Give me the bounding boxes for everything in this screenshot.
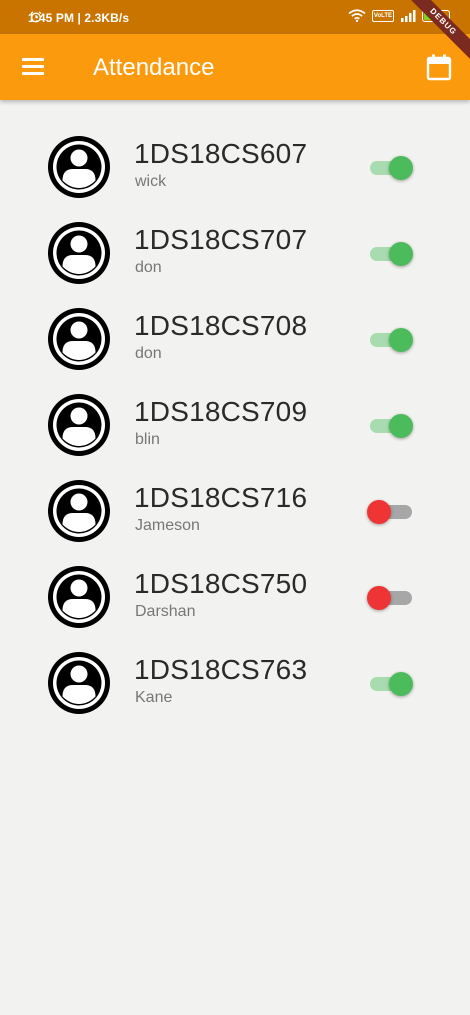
student-usn: 1DS18CS763 xyxy=(134,654,308,685)
battery-icon: 67 xyxy=(422,9,450,22)
status-icons: VoLTE 67 xyxy=(30,9,450,23)
list-item: 1DS18CS707 don xyxy=(0,210,470,296)
student-name: Jameson xyxy=(135,517,200,534)
avatar-person-icon xyxy=(48,566,110,628)
list-item: 1DS18CS709 blin xyxy=(0,382,470,468)
toggle-thumb xyxy=(389,328,413,352)
avatar-person-icon xyxy=(48,394,110,456)
attendance-toggle-1ds18cs716[interactable] xyxy=(367,500,415,524)
avatar-person-icon xyxy=(48,222,110,284)
student-name: wick xyxy=(135,173,167,190)
toggle-thumb xyxy=(389,156,413,180)
avatar-person-icon xyxy=(48,652,110,714)
attendance-toggle-1ds18cs707[interactable] xyxy=(367,242,415,266)
attendance-toggle-1ds18cs708[interactable] xyxy=(367,328,415,352)
toggle-thumb xyxy=(389,672,413,696)
alarm-icon xyxy=(30,11,42,23)
student-name: Kane xyxy=(135,689,173,706)
student-usn: 1DS18CS708 xyxy=(134,310,308,341)
list-item: 1DS18CS708 don xyxy=(0,296,470,382)
calendar-icon[interactable] xyxy=(426,54,452,81)
volte-badge: VoLTE xyxy=(371,9,394,22)
menu-icon[interactable] xyxy=(22,56,46,76)
student-usn: 1DS18CS709 xyxy=(134,396,308,427)
student-name: Darshan xyxy=(135,603,196,620)
list-item: 1DS18CS750 Darshan xyxy=(0,554,470,640)
attendance-toggle-1ds18cs750[interactable] xyxy=(367,586,415,610)
status-bar: 1:45 PM | 2.3KB/s VoLTE 67 xyxy=(0,0,470,34)
student-list: 1DS18CS607 wick 1DS18CS707 don 1DS18CS70… xyxy=(0,124,470,726)
student-name: blin xyxy=(135,431,160,448)
avatar-person-icon xyxy=(48,480,110,542)
app-bar: Attendance xyxy=(0,34,470,100)
battery-level-text: 67 xyxy=(431,9,441,19)
page-title: Attendance xyxy=(93,54,215,81)
student-usn: 1DS18CS716 xyxy=(134,482,308,513)
toggle-thumb xyxy=(367,500,391,524)
status-time: 1:45 PM | 2.3KB/s xyxy=(28,11,130,25)
student-name: don xyxy=(135,259,162,276)
toggle-thumb xyxy=(389,242,413,266)
toggle-thumb xyxy=(367,586,391,610)
student-usn: 1DS18CS607 xyxy=(134,138,308,169)
student-usn: 1DS18CS750 xyxy=(134,568,308,599)
attendance-toggle-1ds18cs607[interactable] xyxy=(367,156,415,180)
list-item: 1DS18CS763 Kane xyxy=(0,640,470,726)
avatar-person-icon xyxy=(48,308,110,370)
toggle-thumb xyxy=(389,414,413,438)
avatar-person-icon xyxy=(48,136,110,198)
attendance-toggle-1ds18cs709[interactable] xyxy=(367,414,415,438)
list-item: 1DS18CS716 Jameson xyxy=(0,468,470,554)
signal-icon xyxy=(401,9,416,22)
student-usn: 1DS18CS707 xyxy=(134,224,308,255)
wifi-icon xyxy=(348,9,366,22)
list-item: 1DS18CS607 wick xyxy=(0,124,470,210)
student-name: don xyxy=(135,345,162,362)
attendance-toggle-1ds18cs763[interactable] xyxy=(367,672,415,696)
